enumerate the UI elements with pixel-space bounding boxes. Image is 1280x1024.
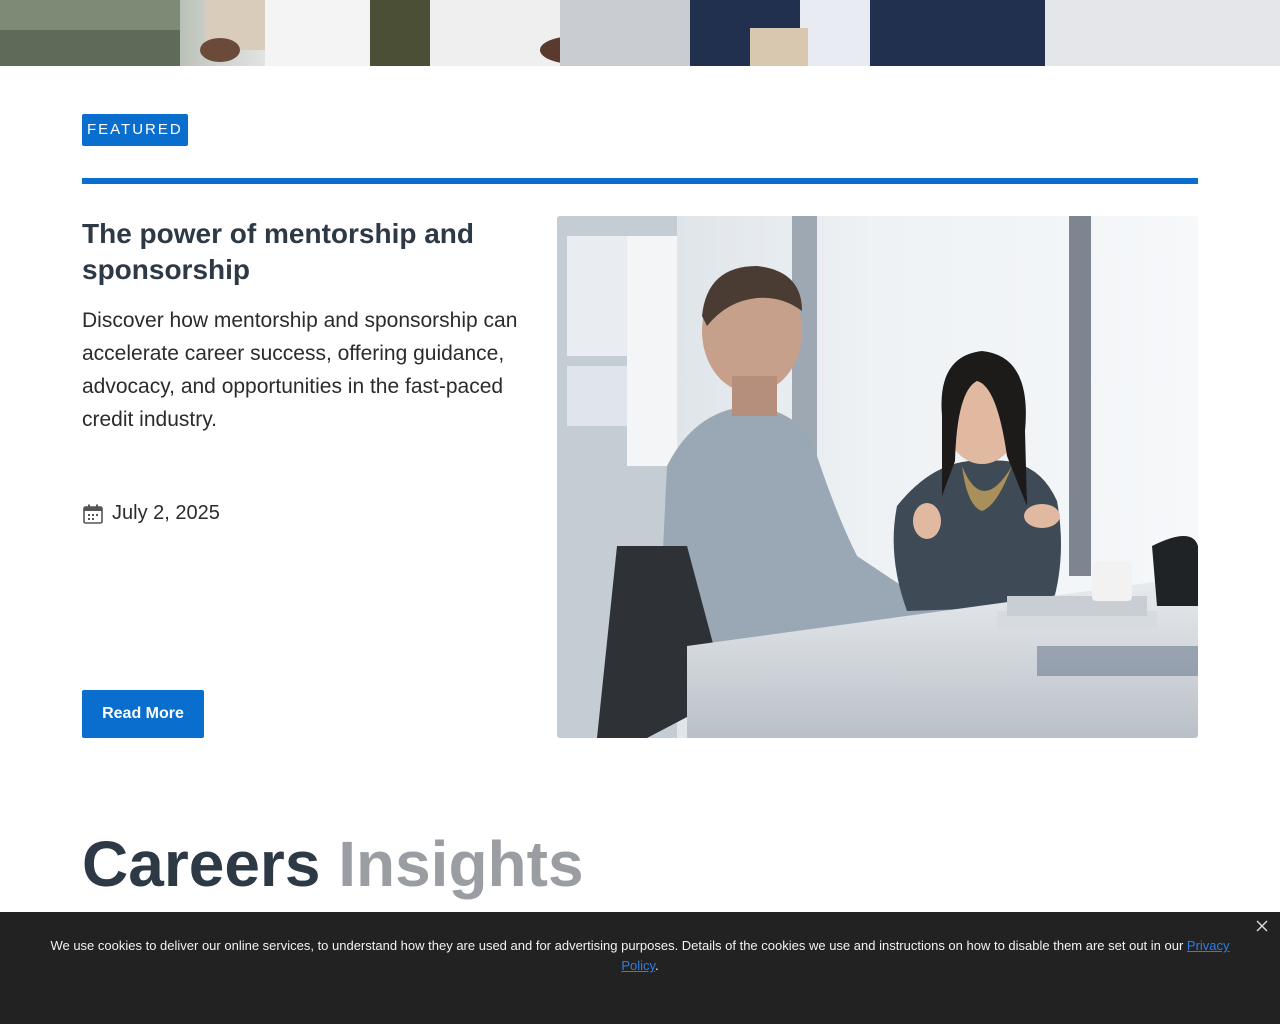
section-heading-word1: Careers (82, 828, 321, 900)
article-date-text: July 2, 2025 (112, 502, 220, 524)
article-date: July 2, 2025 (82, 502, 220, 525)
calendar-icon (83, 504, 103, 524)
hero-image-illustration (0, 0, 1280, 66)
section-heading: Careers Insights (82, 826, 584, 902)
article-description: Discover how mentorship and sponsorship … (82, 309, 518, 431)
article-title[interactable]: The power of mentorship and sponsorship (82, 216, 522, 288)
cookie-banner-message: We use cookies to deliver our online ser… (50, 938, 1187, 953)
cookie-banner-trailing: . (655, 958, 659, 973)
article-image[interactable] (557, 216, 1198, 738)
hero-image (0, 0, 1280, 66)
read-more-button[interactable]: Read More (82, 690, 204, 738)
accent-divider (82, 178, 1198, 184)
article-image-illustration (557, 216, 1198, 738)
page: FEATURED The power of mentorship and spo… (0, 0, 1280, 1024)
section-heading-word2: Insights (338, 828, 584, 900)
cookie-banner-text: We use cookies to deliver our online ser… (30, 936, 1250, 976)
close-icon[interactable] (1254, 918, 1270, 934)
featured-badge: FEATURED (82, 114, 188, 146)
cookie-banner: We use cookies to deliver our online ser… (0, 912, 1280, 1024)
